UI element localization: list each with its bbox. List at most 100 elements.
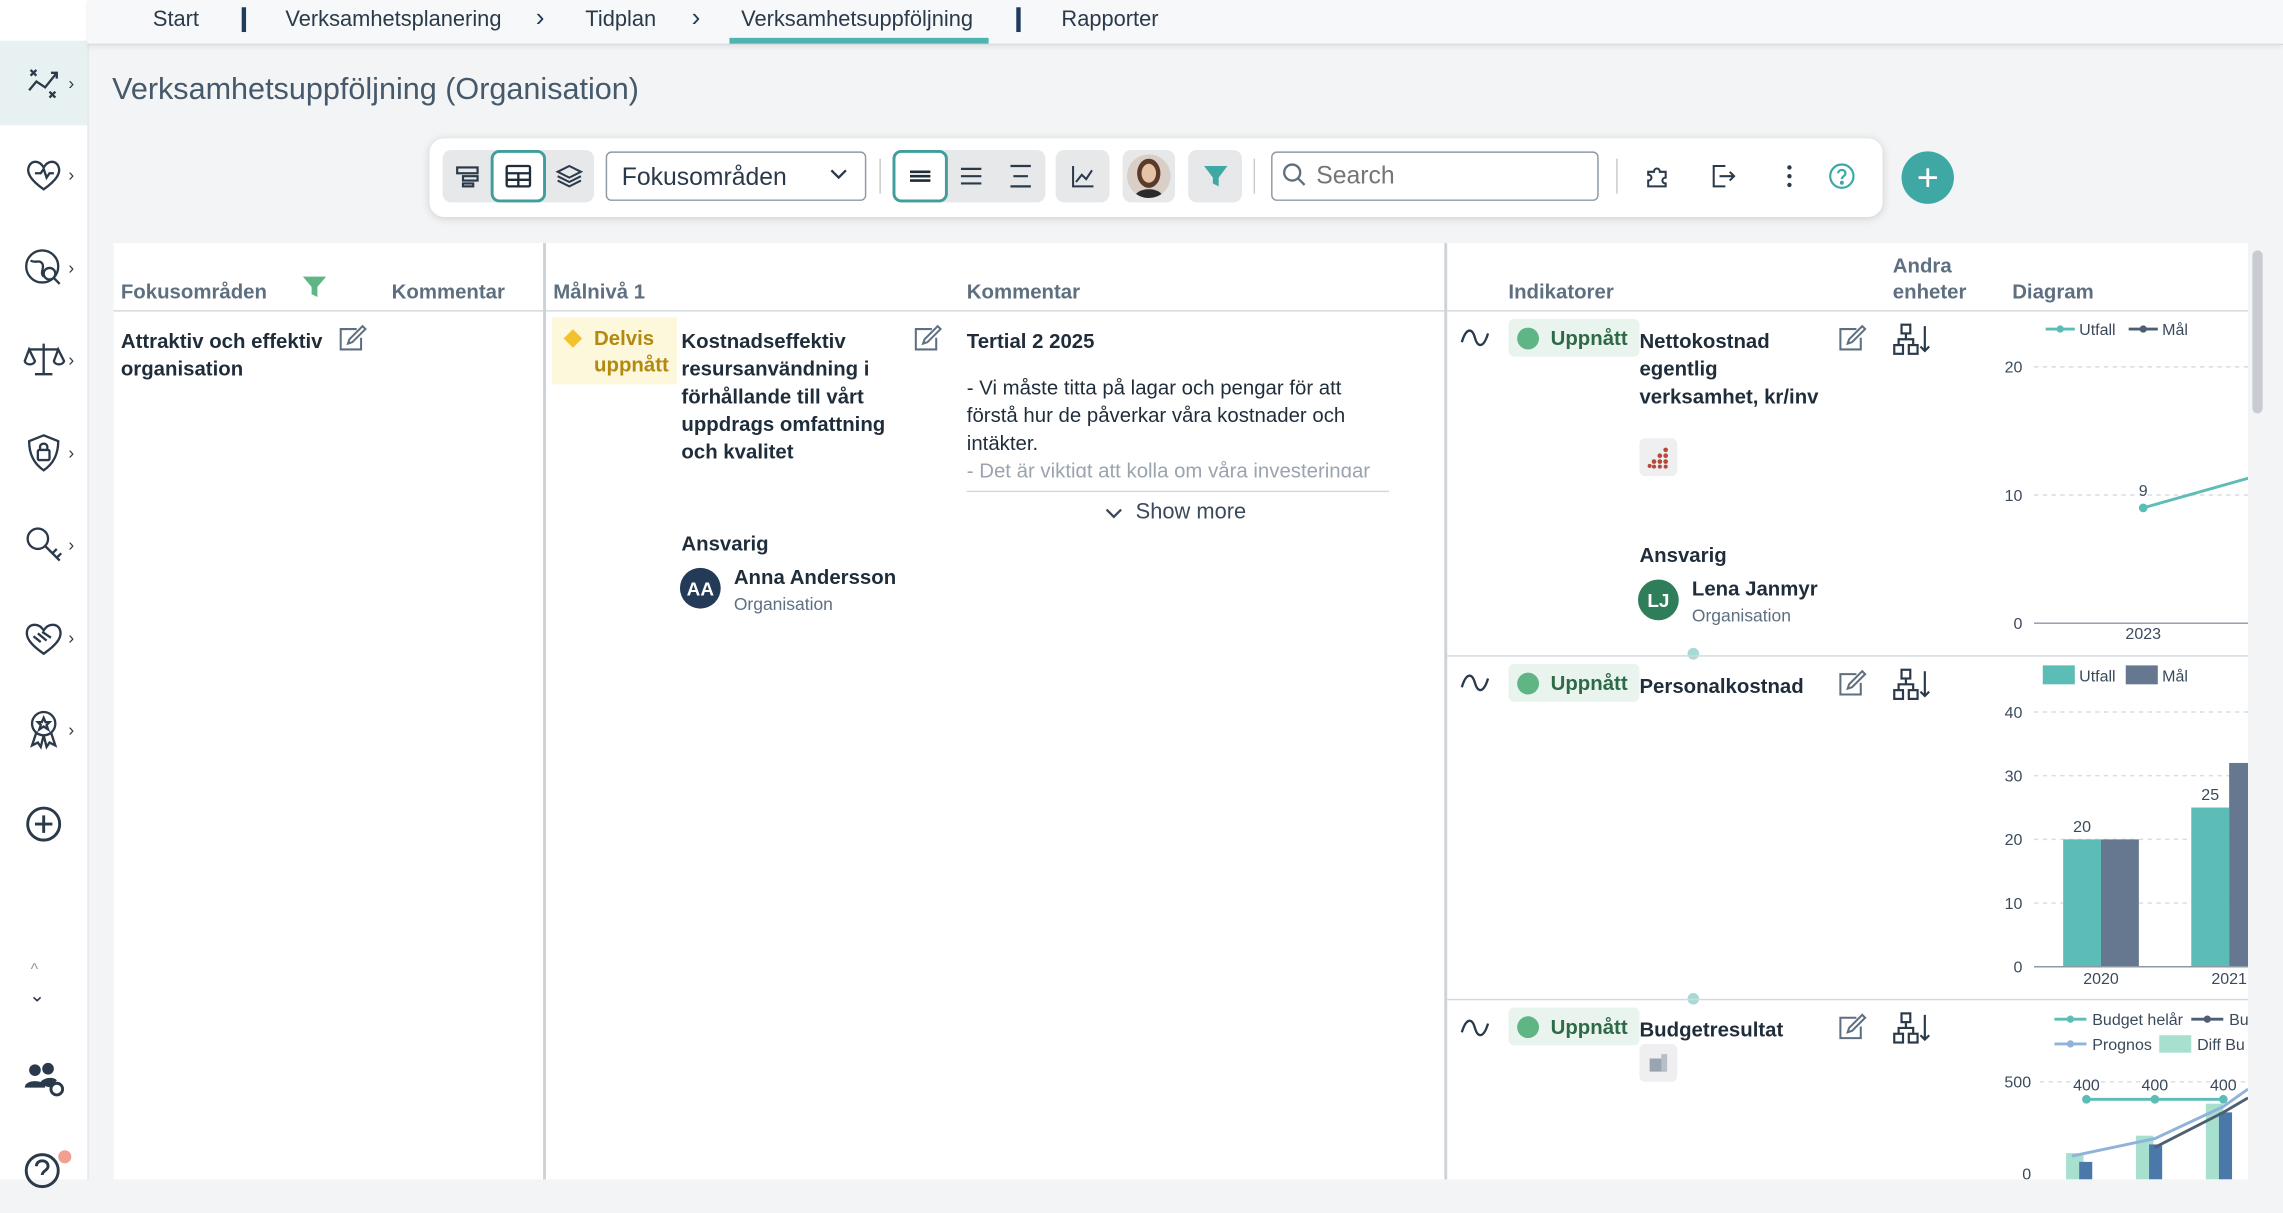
data-label: 400	[2210, 1078, 2237, 1095]
chevron-right-icon: ›	[68, 257, 75, 279]
nav-verksamhetsuppfoljning[interactable]: Verksamhetsuppföljning	[741, 7, 973, 32]
export-button[interactable]	[1698, 150, 1748, 202]
sidebar-item-global[interactable]: ›	[0, 226, 87, 310]
chevron-right-icon: ›	[68, 442, 75, 464]
legend-marker-bu	[2203, 1015, 2211, 1023]
column-filter-icon[interactable]	[301, 275, 327, 306]
strategy-icon	[28, 69, 58, 99]
edit-goal-icon[interactable]	[911, 324, 943, 357]
hierarchy-icon[interactable]	[1893, 1010, 1930, 1044]
user-avatar-photo[interactable]	[1126, 154, 1171, 199]
indicator-name[interactable]: Nettokostnad egentlig verksamhet, kr/inv	[1639, 328, 1828, 411]
indicator-name[interactable]: Budgetresultat	[1639, 1016, 1783, 1044]
focus-area-header[interactable]: Fokusområden	[121, 280, 267, 303]
sidebar-add-button[interactable]	[0, 782, 87, 866]
other-units-header-2[interactable]: enheter	[1893, 280, 1967, 303]
search-input[interactable]	[1271, 151, 1599, 201]
edit-indicator-icon[interactable]	[1836, 324, 1868, 357]
legend-label-mal: Mål	[2162, 321, 2188, 339]
globe-search-icon	[25, 249, 61, 285]
report-chart-icon[interactable]	[1639, 1043, 1678, 1082]
plugin-button[interactable]	[1632, 150, 1682, 202]
legend-label-utfall: Utfall	[2079, 668, 2115, 685]
responsible-name[interactable]: Anna Andersson	[734, 563, 896, 591]
avatar[interactable]: AA	[679, 567, 721, 609]
filter-button[interactable]	[1191, 150, 1241, 202]
sidebar-item-security[interactable]: ›	[0, 411, 87, 495]
nav-tidplan[interactable]: Tidplan	[585, 7, 656, 32]
indicator-chart-2[interactable]: Utfall Mål010203040202020252021	[2002, 657, 2249, 995]
series-line-bu	[2154, 1096, 2249, 1149]
nav-verksamhetsplanering[interactable]: Verksamhetsplanering	[285, 7, 501, 32]
edit-indicator-icon[interactable]	[1836, 669, 1868, 702]
table-view-button[interactable]	[490, 149, 546, 203]
density-compact-button[interactable]	[892, 149, 948, 203]
resize-handle[interactable]	[1687, 647, 1700, 660]
density-wide-button[interactable]	[996, 150, 1046, 202]
toolbar-divider	[879, 158, 881, 194]
legend-marker-utfall	[2056, 325, 2064, 333]
goal-status-badge: Delvis uppnått	[551, 317, 678, 385]
edit-indicator-icon[interactable]	[1836, 1013, 1868, 1045]
layers-view-button[interactable]	[545, 150, 595, 202]
indicator-chart-3[interactable]: Budget helår Bu Prognos Diff Bu 500 0 400 400 40…	[2002, 1002, 2249, 1180]
goal-comment-header[interactable]: Kommentar	[967, 280, 1080, 303]
scroll-up-icon[interactable]: ^	[31, 961, 39, 978]
goal-level-header[interactable]: Målnivå 1	[553, 280, 645, 303]
goal-text[interactable]: Kostnadseffektiv resursanvändning i förh…	[681, 328, 899, 466]
more-options-button[interactable]	[1765, 150, 1815, 202]
sidebar-item-keys[interactable]: ›	[0, 502, 87, 586]
sidebar-user-settings[interactable]	[0, 1035, 87, 1119]
search-icon	[1281, 162, 1307, 195]
dot-chart-icon[interactable]	[1639, 438, 1678, 477]
chevron-right-icon: ›	[68, 627, 75, 648]
density-normal-button[interactable]	[946, 150, 996, 202]
show-more-button[interactable]: Show more	[1104, 499, 1246, 524]
nav-start[interactable]: Start	[153, 7, 199, 32]
focus-comment-header[interactable]: Kommentar	[392, 280, 505, 303]
indicators-header[interactable]: Indikatorer	[1508, 280, 1613, 303]
trend-icon[interactable]	[1459, 1015, 1491, 1048]
add-button[interactable]: +	[1901, 151, 1954, 204]
indicator-name[interactable]: Personalkostnad	[1639, 673, 1803, 701]
avatar[interactable]: LJ	[1638, 579, 1679, 621]
question-circle-icon	[1829, 163, 1855, 189]
data-label: 25	[2201, 787, 2219, 804]
header-divider	[546, 310, 1445, 312]
legend-swatch-utfall	[2042, 665, 2075, 685]
indicator-chart-1[interactable]: Utfall Mål 0 10 20 9 2023	[2002, 312, 2249, 650]
bar-prognos	[2079, 1161, 2093, 1180]
comment-title: Tertial 2 2025	[966, 329, 1095, 353]
y-tick-label: 0	[2022, 1166, 2031, 1179]
data-label: 20	[2073, 819, 2091, 836]
card-view-button[interactable]	[443, 150, 493, 202]
other-units-header-1[interactable]: Andra	[1893, 253, 1952, 276]
nav-rapporter[interactable]: Rapporter	[1061, 7, 1158, 32]
sidebar-help[interactable]	[0, 1128, 87, 1212]
hierarchy-icon[interactable]	[1893, 322, 1930, 355]
focus-area-name[interactable]: Attraktiv och effektiv organisation	[121, 328, 332, 383]
scroll-down-icon[interactable]: ⌄	[29, 984, 45, 1007]
indicator-status-label: Uppnått	[1550, 1014, 1628, 1039]
show-more-divider	[966, 490, 1390, 493]
sidebar-item-strategy[interactable]: ›	[0, 40, 88, 126]
x-tick-label: 2023	[2125, 626, 2161, 643]
chart-toggle-button[interactable]	[1059, 150, 1109, 202]
status-dot	[1517, 1015, 1539, 1038]
legend-label-utfall: Utfall	[2079, 322, 2115, 339]
help-button[interactable]	[1817, 150, 1867, 202]
grouping-dropdown[interactable]: Fokusområden	[605, 151, 867, 201]
sidebar-item-quality[interactable]: ›	[0, 687, 87, 771]
y-tick-label: 10	[2005, 488, 2023, 505]
trend-icon[interactable]	[1459, 325, 1491, 358]
sidebar-item-cooperation[interactable]: ›	[0, 596, 87, 680]
scrollbar-thumb[interactable]	[2252, 250, 2263, 414]
hierarchy-icon[interactable]	[1893, 667, 1930, 700]
edit-comment-icon[interactable]	[336, 324, 368, 357]
responsible-name[interactable]: Lena Janmyr	[1692, 575, 1818, 603]
diagram-header[interactable]: Diagram	[2012, 280, 2094, 303]
plus-icon: +	[1916, 155, 1939, 199]
sidebar-item-justice[interactable]: ›	[0, 317, 87, 401]
trend-icon[interactable]	[1459, 670, 1491, 703]
sidebar-item-health[interactable]: ›	[0, 132, 87, 216]
